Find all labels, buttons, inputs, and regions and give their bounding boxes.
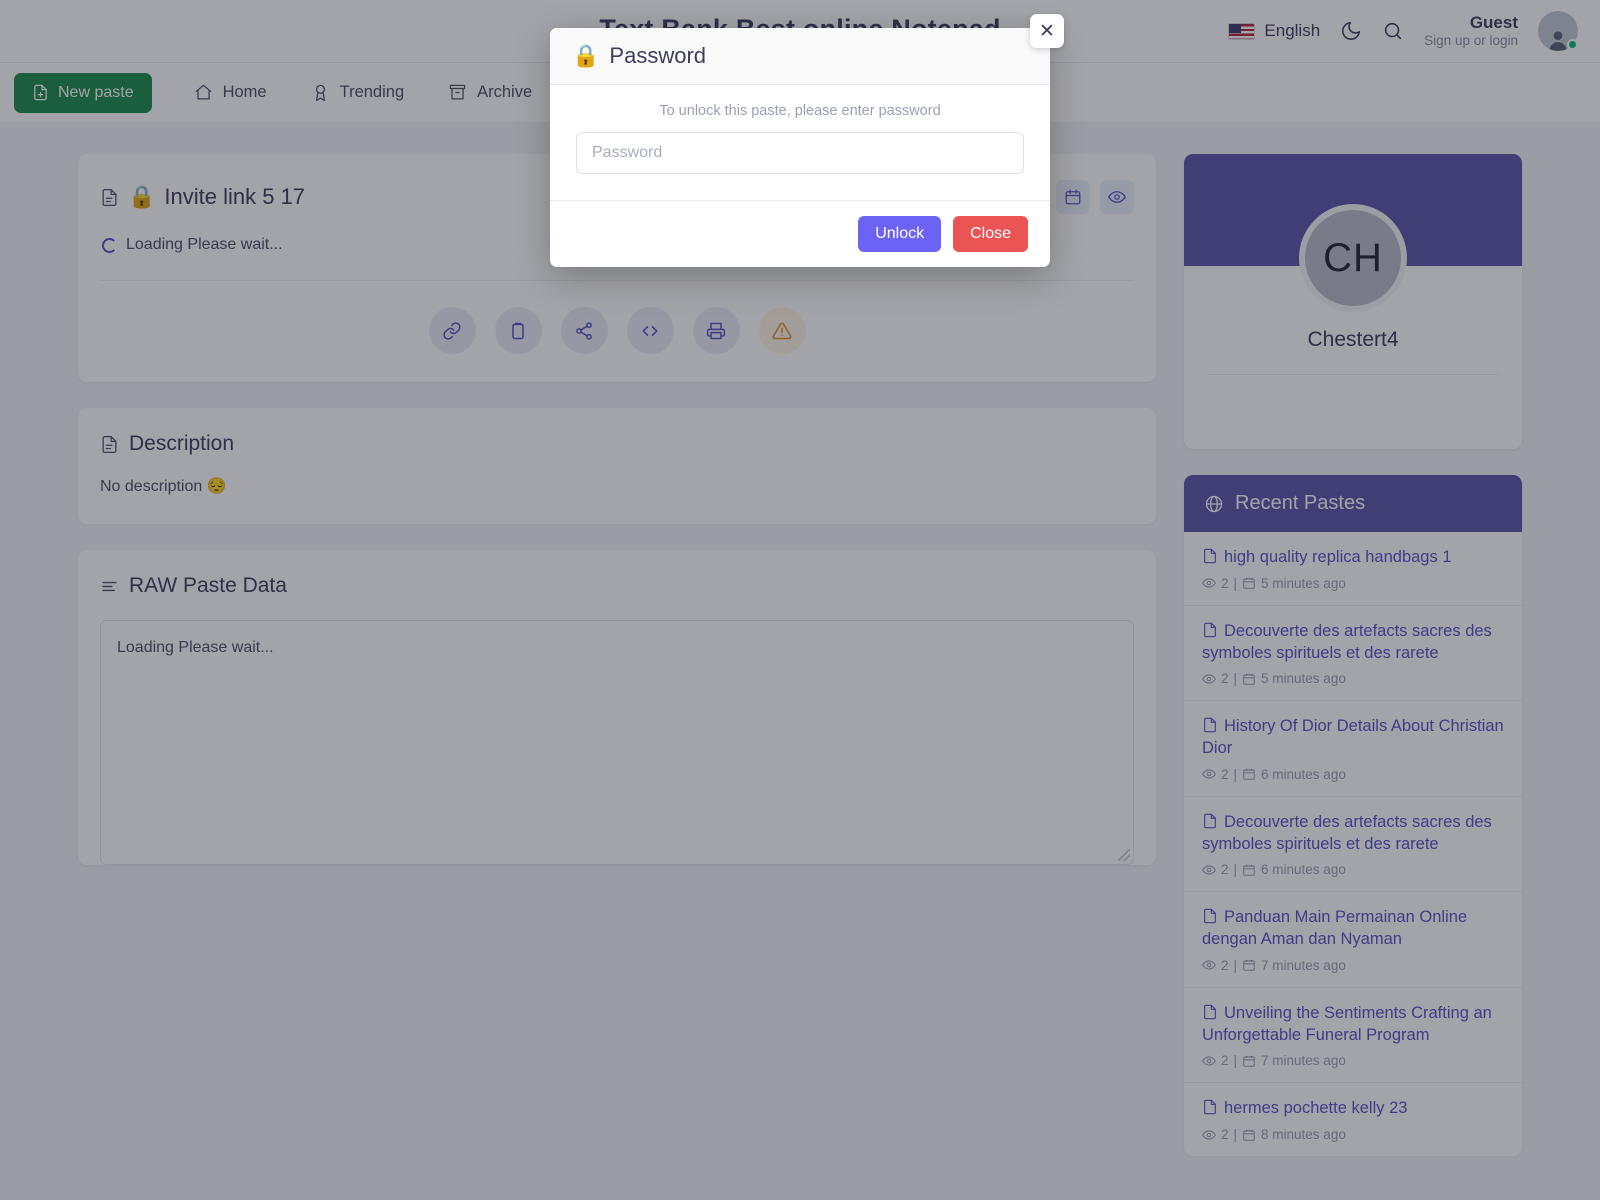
modal-header: 🔒 Password: [550, 28, 1050, 85]
modal-footer: Unlock Close: [550, 200, 1050, 267]
close-icon[interactable]: ✕: [1030, 14, 1064, 48]
close-button[interactable]: Close: [953, 216, 1028, 252]
modal-hint-text: To unlock this paste, please enter passw…: [659, 103, 941, 119]
password-input[interactable]: [576, 132, 1024, 174]
unlock-button[interactable]: Unlock: [858, 216, 942, 252]
password-modal: ✕ 🔒 Password To unlock this paste, pleas…: [550, 14, 1064, 267]
modal-body: To unlock this paste, please enter passw…: [550, 85, 1050, 200]
lock-icon: 🔒: [572, 43, 600, 68]
modal-title: Password: [609, 43, 706, 68]
